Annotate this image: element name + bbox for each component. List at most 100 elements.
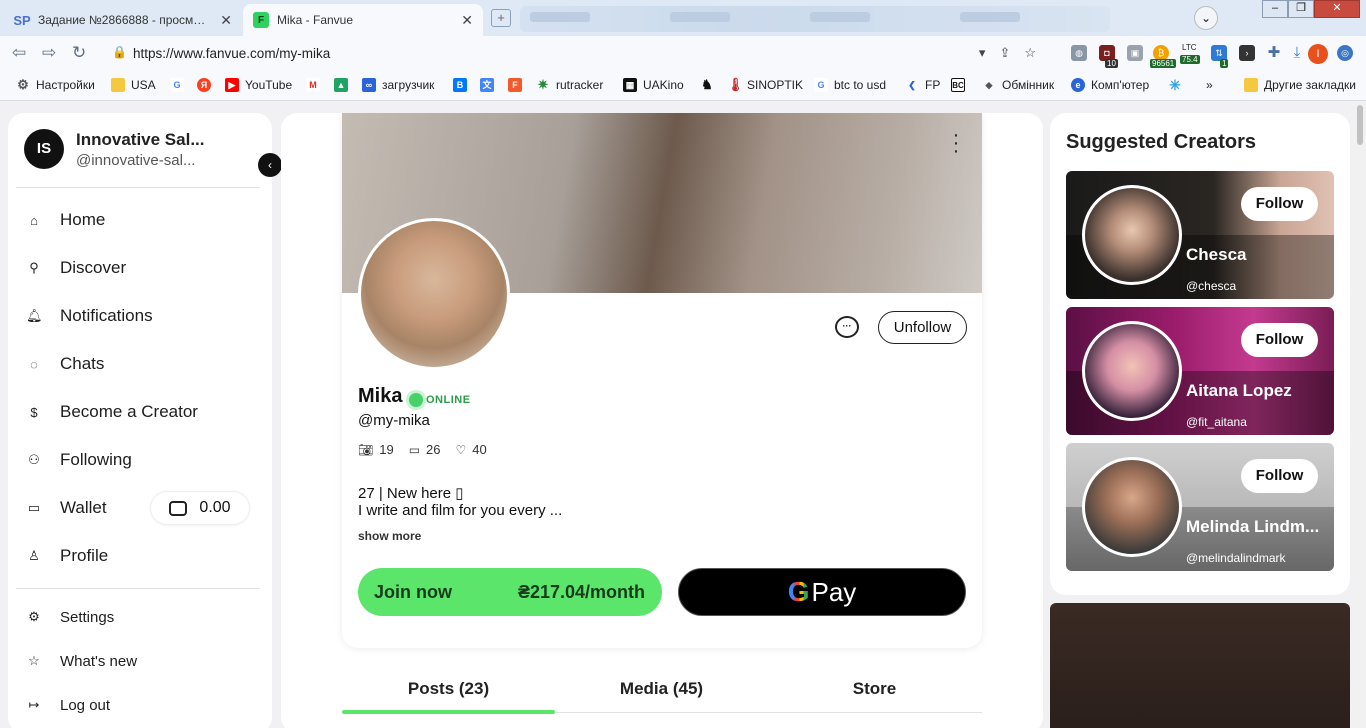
- show-more-link[interactable]: show more: [358, 529, 421, 543]
- bookmark-chess[interactable]: ♞: [700, 78, 720, 92]
- account-handle: @innovative-sal...: [76, 151, 196, 169]
- creator-card[interactable]: Melinda Lindm... @melindalindmark Follow: [1066, 443, 1334, 571]
- bookmark-star[interactable]: ✳: [1168, 78, 1188, 92]
- close-tab-icon[interactable]: ✕: [220, 12, 232, 29]
- message-icon[interactable]: ···: [835, 316, 859, 338]
- page-scrollbar[interactable]: [1354, 101, 1366, 728]
- window-close-icon[interactable]: ✕: [1314, 0, 1360, 18]
- sidebar-item-notifications[interactable]: 🔔︎ Notifications: [26, 304, 153, 328]
- address-bar[interactable]: 🔒 https://www.fanvue.com/my-mika ▾⇪☆: [104, 41, 1062, 66]
- unfollow-button[interactable]: Unfollow: [878, 311, 967, 344]
- sidebar-item-wallet[interactable]: ▭ Wallet: [26, 496, 107, 520]
- bookmark-translate[interactable]: 文: [480, 78, 500, 92]
- promo-card[interactable]: [1050, 603, 1350, 728]
- account-header[interactable]: IS Innovative Sal... @innovative-sal...: [24, 129, 216, 169]
- tab-search-chevron-icon[interactable]: ⌄: [1194, 6, 1218, 30]
- sidebar-item-become-creator[interactable]: $ Become a Creator: [26, 400, 198, 424]
- bookmark-rutracker[interactable]: ✷ rutracker: [536, 78, 604, 93]
- globe-ext-icon[interactable]: ◍: [1071, 45, 1087, 61]
- bookmark-bc[interactable]: BC: [951, 78, 971, 92]
- wallet-icon: [169, 500, 188, 516]
- nav-label: Wallet: [60, 498, 107, 517]
- browser-tab-task[interactable]: SP Задание №2866888 - просмотр з ✕: [4, 4, 242, 36]
- sidebar-item-settings[interactable]: ⚙ Settings: [26, 605, 114, 629]
- other-bookmarks[interactable]: Другие закладки: [1244, 78, 1356, 92]
- creator-card[interactable]: Chesca @chesca Follow: [1066, 171, 1334, 299]
- bookmark-usa[interactable]: USA: [111, 78, 156, 92]
- join-now-button[interactable]: Join now ₴217.04/month: [358, 568, 662, 616]
- bookmark-uakino[interactable]: ▦ UAKino: [623, 78, 684, 92]
- reload-icon[interactable]: ↻: [72, 43, 86, 63]
- home-icon: ⌂: [30, 212, 38, 228]
- sidebar-item-following[interactable]: ⚇ Following: [26, 448, 132, 472]
- bookmark-settings[interactable]: ⚙ Настройки: [16, 78, 95, 93]
- bookmark-google[interactable]: G: [170, 78, 190, 92]
- sidebar-item-profile[interactable]: ♙ Profile: [26, 544, 108, 568]
- follow-button[interactable]: Follow: [1241, 323, 1318, 357]
- collapse-sidebar-button[interactable]: ‹: [258, 153, 282, 177]
- nav-label: Discover: [60, 258, 127, 277]
- sidebar-item-chats[interactable]: ◌ Chats: [26, 352, 104, 376]
- tab-media[interactable]: Media (45): [555, 678, 768, 713]
- scrollbar-thumb[interactable]: [1357, 105, 1363, 145]
- profile-avatar-icon[interactable]: I: [1308, 44, 1328, 64]
- forward-arrow-icon[interactable]: ⇨: [42, 43, 56, 63]
- bookmark-loader[interactable]: ∞ загрузчик: [362, 78, 434, 92]
- bookmark-exchanger[interactable]: ◆ Обмінник: [982, 78, 1055, 92]
- creator-handle: @fit_aitana: [1186, 415, 1247, 429]
- wallet-balance-pill[interactable]: 0.00: [151, 492, 249, 524]
- bio-line: I write and film for you every ...: [358, 502, 563, 519]
- divider: [16, 588, 260, 589]
- bookmark-yandex[interactable]: Я: [197, 78, 217, 92]
- new-tab-button[interactable]: +: [491, 9, 511, 27]
- chrome-menu-icon[interactable]: ◎: [1337, 45, 1353, 61]
- bookmark-drive[interactable]: ▲: [334, 78, 354, 92]
- bookmark-gmail[interactable]: M: [306, 78, 326, 92]
- bookmark-btc[interactable]: Gbtc to usd: [814, 78, 886, 92]
- ext-badge: 1: [1220, 59, 1229, 68]
- back-arrow-icon[interactable]: ⇦: [12, 43, 26, 63]
- creator-name: Chesca: [1186, 245, 1247, 264]
- bookmark-vk[interactable]: В: [453, 78, 473, 92]
- more-options-icon[interactable]: · · ·: [952, 125, 960, 161]
- browser-tab-fanvue[interactable]: F Mika - Fanvue ✕: [243, 4, 483, 36]
- bookmark-sinoptik[interactable]: 🌡 SINOPTIK: [727, 78, 803, 93]
- terminal-ext-icon[interactable]: ›: [1239, 45, 1255, 61]
- sp-favicon-icon: SP: [13, 12, 31, 28]
- google-g-icon: G: [787, 576, 810, 607]
- download-icon[interactable]: ⤓: [1289, 45, 1305, 61]
- follow-button[interactable]: Follow: [1241, 187, 1318, 221]
- puzzle-extensions-icon[interactable]: ✚: [1266, 45, 1282, 61]
- minimize-icon[interactable]: –: [1262, 0, 1288, 18]
- profile-card: · · · ··· Unfollow Mika ONLINE @my-mika 📷︎…: [342, 113, 982, 648]
- bookmark-youtube[interactable]: ▶ YouTube: [225, 78, 292, 92]
- card-icon: ▭: [27, 500, 41, 515]
- diamond-icon: ◆: [985, 80, 993, 90]
- bookmarks-overflow[interactable]: »: [1206, 78, 1213, 92]
- sidebar-item-discover[interactable]: ⚲ Discover: [26, 256, 126, 280]
- maximize-icon[interactable]: ❐: [1288, 0, 1314, 18]
- tab-posts[interactable]: Posts (23): [342, 678, 555, 714]
- profile-avatar[interactable]: [358, 218, 510, 370]
- fanvue-favicon-icon: F: [253, 12, 269, 28]
- briefcase-ext-icon[interactable]: ▣: [1127, 45, 1143, 61]
- bookmark-fp[interactable]: ❮ FP: [905, 78, 940, 92]
- tab-title: Задание №2866888 - просмотр з: [38, 13, 208, 27]
- follow-button[interactable]: Follow: [1241, 459, 1318, 493]
- nav-label: What's new: [60, 652, 138, 670]
- nav-label: Following: [60, 450, 132, 469]
- f-icon: F: [508, 78, 522, 92]
- gear-icon: ⚙: [28, 609, 40, 624]
- google-pay-button[interactable]: G Pay: [678, 568, 966, 616]
- bookmark-computer[interactable]: e Комп'ютер: [1071, 78, 1149, 92]
- tab-store[interactable]: Store: [768, 678, 981, 713]
- sidebar-item-logout[interactable]: ↦ Log out: [26, 693, 111, 717]
- sidebar-item-whats-new[interactable]: ☆ What's new: [26, 649, 137, 673]
- sidebar-item-home[interactable]: ⌂ Home: [26, 208, 105, 232]
- bookmark-label: UAKino: [643, 78, 684, 92]
- creator-card[interactable]: Aitana Lopez @fit_aitana Follow: [1066, 307, 1334, 435]
- close-tab-icon[interactable]: ✕: [461, 12, 473, 29]
- address-bar-actions[interactable]: ▾⇪☆: [979, 45, 1050, 61]
- bookmark-f[interactable]: F: [508, 78, 528, 92]
- nav-label: Chats: [60, 354, 105, 373]
